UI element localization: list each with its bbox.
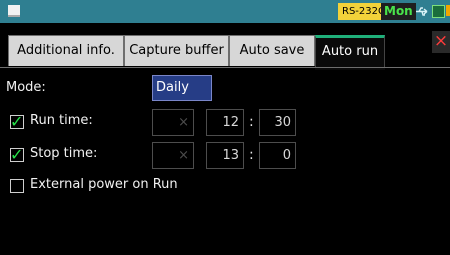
run-time-day-field[interactable]: × [152, 109, 194, 136]
tab-auto-save[interactable]: Auto save [229, 35, 315, 66]
external-power-label: External power on Run [30, 177, 178, 192]
run-time-label: Run time: [30, 113, 93, 128]
tab-bar: Additional info. Capture buffer Auto sav… [8, 35, 388, 70]
usb-icon [416, 7, 428, 16]
check-icon: ✓ [10, 112, 24, 131]
stop-time-label: Stop time: [30, 146, 98, 161]
stop-time-checkbox[interactable]: ✓ [10, 145, 24, 164]
stop-time-separator: : [249, 147, 254, 163]
memory-indicator-icon [432, 5, 445, 18]
monitor-badge: Mon [381, 3, 416, 20]
mode-select[interactable]: Daily [152, 75, 212, 101]
stop-time-minute-field[interactable]: 0 [259, 142, 296, 169]
external-power-checkbox[interactable] [10, 179, 24, 193]
run-time-separator: : [249, 114, 254, 130]
menu-button[interactable] [8, 5, 20, 17]
tab-capture-buffer[interactable]: Capture buffer [124, 35, 229, 66]
status-bar: RS-232C Mon [0, 0, 450, 23]
tab-additional-info[interactable]: Additional info. [8, 35, 124, 66]
stop-time-day-field[interactable]: × [152, 142, 194, 169]
close-button[interactable]: × [432, 31, 450, 53]
check-icon: ✓ [10, 145, 24, 164]
stop-time-hour-field[interactable]: 13 [206, 142, 244, 169]
run-time-hour-field[interactable]: 12 [206, 109, 244, 136]
mode-label: Mode: [6, 80, 46, 95]
close-icon: × [433, 31, 449, 51]
run-time-checkbox[interactable]: ✓ [10, 112, 24, 131]
tab-divider [0, 67, 450, 68]
settings-panel: Additional info. Capture buffer Auto sav… [0, 23, 450, 255]
power-indicator-icon [446, 5, 450, 16]
run-time-minute-field[interactable]: 30 [259, 109, 296, 136]
tab-auto-run[interactable]: Auto run [315, 35, 385, 70]
